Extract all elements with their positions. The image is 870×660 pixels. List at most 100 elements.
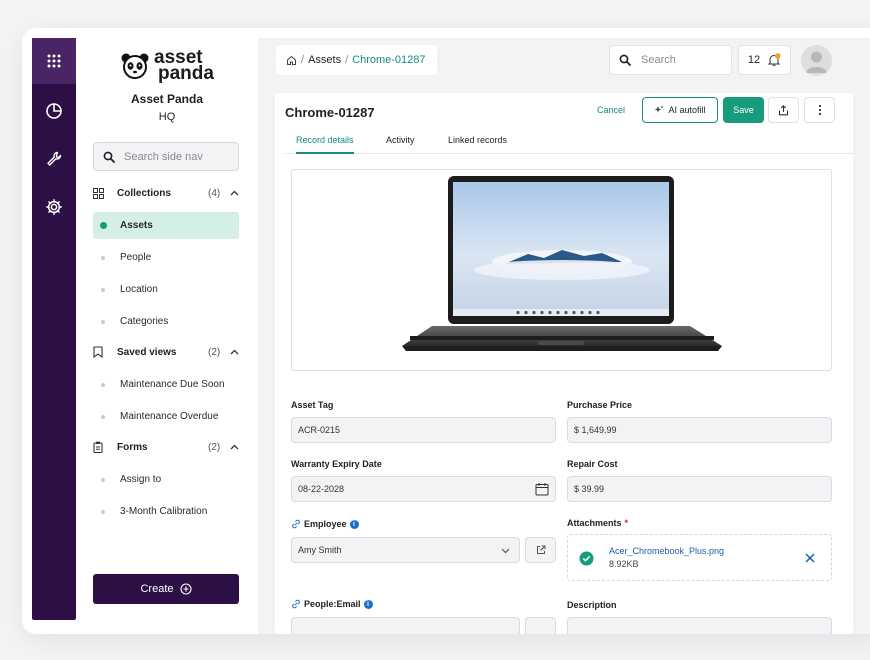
sidebar-item-label: Location (120, 284, 158, 295)
main-content: / Assets / Chrome-01287 Search 12 Chrome… (258, 38, 870, 634)
tools-button[interactable] (32, 135, 76, 183)
sidebar-item-assets[interactable]: Assets (93, 212, 239, 239)
employee-label-text: Employee (304, 519, 347, 529)
breadcrumb-separator: / (345, 54, 349, 66)
global-search-placeholder: Search (641, 54, 676, 66)
sidebar-item-label: Assets (120, 220, 153, 231)
purchase-price-field[interactable]: $ 1,649.99 (567, 417, 832, 443)
nav-group-count: (2) (208, 346, 221, 358)
repair-cost-label: Repair Cost (567, 459, 618, 469)
sidebar-item-location[interactable]: Location (93, 276, 239, 303)
bullet-icon (101, 509, 105, 514)
bullet-icon (101, 414, 105, 419)
people-email-field[interactable] (291, 617, 520, 634)
breadcrumb-current: Chrome-01287 (352, 54, 426, 66)
info-icon[interactable]: i (363, 599, 373, 609)
app-launcher-button[interactable] (32, 38, 76, 84)
nav-group-collections[interactable]: Collections (4) (93, 182, 239, 204)
warranty-expiry-field[interactable]: 08-22-2028 (291, 476, 556, 502)
record-tabs: Record details Activity Linked records (285, 131, 853, 154)
sidebar-item-label: Maintenance Due Soon (120, 379, 225, 390)
sidebar-item-assign-to[interactable]: Assign to (93, 466, 239, 493)
sparkle-icon (655, 105, 664, 113)
sidebar-item-maintenance-overdue[interactable]: Maintenance Overdue (93, 403, 239, 430)
share-button[interactable] (768, 97, 799, 123)
dashboard-button[interactable] (32, 87, 76, 135)
global-search[interactable]: Search (609, 45, 732, 75)
asset-image (291, 169, 832, 371)
nav-group-count: (2) (208, 441, 221, 453)
attachments-label-text: Attachments (567, 518, 622, 528)
settings-button[interactable] (32, 183, 76, 231)
home-icon[interactable] (286, 55, 297, 66)
tab-record-details[interactable]: Record details (296, 135, 354, 154)
notification-count: 12 (747, 54, 761, 66)
nav-group-label: Forms (117, 441, 148, 453)
active-dot-icon (100, 222, 107, 229)
nav-group-saved-views[interactable]: Saved views (2) (93, 341, 239, 363)
panda-logo-icon (121, 53, 149, 79)
description-field[interactable] (567, 617, 832, 634)
close-icon[interactable] (804, 552, 816, 564)
chevron-down-icon (501, 548, 510, 554)
bullet-icon (101, 287, 105, 292)
employee-label: Employee i (291, 519, 359, 529)
org-location: HQ (158, 111, 176, 123)
clipboard-icon (93, 441, 103, 453)
info-icon[interactable]: i (349, 519, 359, 529)
search-icon (619, 54, 631, 66)
bullet-icon (101, 319, 105, 324)
people-email-label-text: People:Email (304, 599, 361, 609)
sidebar-item-maintenance-due-soon[interactable]: Maintenance Due Soon (93, 371, 239, 398)
more-vertical-icon (818, 104, 821, 116)
save-button[interactable]: Save (723, 97, 764, 123)
warranty-expiry-value: 08-22-2028 (298, 484, 345, 494)
bullet-icon (101, 382, 105, 387)
repair-cost-field[interactable]: $ 39.99 (567, 476, 832, 502)
employee-select[interactable]: Amy Smith (291, 537, 520, 563)
open-people-email-button[interactable] (525, 617, 556, 634)
nav-group-label: Collections (117, 187, 171, 199)
nav-group-forms[interactable]: Forms (2) (93, 436, 239, 458)
open-employee-button[interactable] (525, 537, 556, 563)
link-icon (292, 519, 300, 529)
create-button-label: Create (140, 583, 174, 595)
side-nav-search[interactable]: Search side nav (93, 142, 239, 171)
notifications-button[interactable]: 12 (738, 45, 791, 75)
bell-icon (767, 53, 781, 66)
ai-autofill-button[interactable]: AI autofill (642, 97, 718, 123)
search-icon (103, 151, 115, 163)
asset-tag-label: Asset Tag (291, 400, 334, 410)
asset-tag-field[interactable]: ACR-0215 (291, 417, 556, 443)
sidebar-item-categories[interactable]: Categories (93, 308, 239, 335)
gear-icon (46, 199, 62, 215)
create-button[interactable]: Create (93, 574, 239, 604)
more-options-button[interactable] (804, 97, 835, 123)
user-icon (806, 51, 827, 73)
app-window: asset panda Asset Panda HQ Search side n… (22, 28, 870, 634)
sidebar-item-people[interactable]: People (93, 244, 239, 271)
tab-linked-records[interactable]: Linked records (448, 135, 507, 154)
bullet-icon (101, 477, 105, 482)
link-icon (292, 599, 300, 609)
calendar-icon[interactable] (535, 482, 549, 496)
breadcrumb-assets[interactable]: Assets (308, 54, 341, 66)
bullet-icon (101, 255, 105, 260)
collections-icon (93, 187, 104, 199)
cancel-button[interactable]: Cancel (597, 105, 625, 115)
purchase-price-label: Purchase Price (567, 400, 633, 410)
tab-activity[interactable]: Activity (386, 135, 415, 154)
breadcrumb: / Assets / Chrome-01287 (276, 45, 437, 75)
warranty-expiry-label: Warranty Expiry Date (291, 459, 382, 469)
share-icon (778, 104, 789, 115)
org-name: Asset Panda (130, 92, 204, 106)
attachment-file-name[interactable]: Acer_Chromebook_Plus.png (609, 546, 724, 556)
user-avatar[interactable] (801, 45, 832, 76)
chevron-up-icon (230, 444, 239, 450)
sidebar-item-3-month-calibration[interactable]: 3-Month Calibration (93, 498, 239, 525)
record-title: Chrome-01287 (285, 105, 375, 120)
attachment-item[interactable]: Acer_Chromebook_Plus.png 8.92KB (567, 534, 832, 581)
attachment-file-size: 8.92KB (609, 559, 639, 569)
sidebar-item-label: Maintenance Overdue (120, 411, 219, 422)
bookmark-icon (93, 346, 103, 358)
